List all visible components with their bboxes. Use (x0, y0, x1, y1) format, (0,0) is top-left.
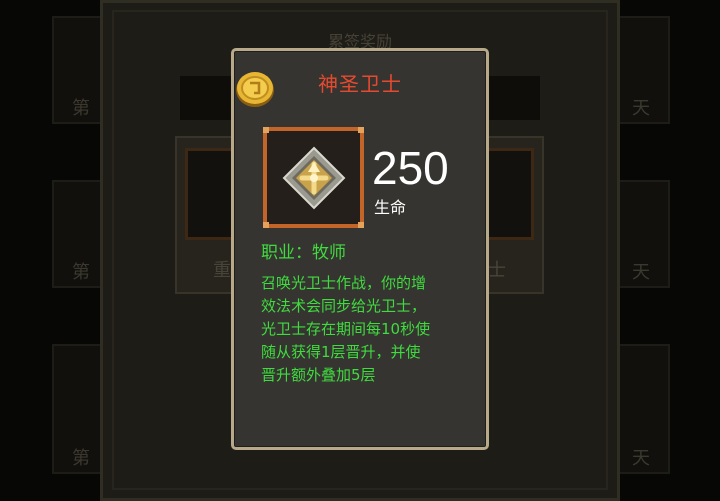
stat-label: 生命 (374, 198, 407, 217)
frame-corner (263, 222, 269, 228)
holy-guardian-emblem-icon (282, 146, 346, 210)
frame-corner (263, 127, 269, 133)
frame-corner (358, 222, 364, 228)
class-requirement: 职业：牧师 (261, 243, 346, 263)
skill-description: 召唤光卫士作战，你的增 效法术会同步给光卫士， 光卫士存在期间每10秒使 随从获… (261, 274, 431, 384)
popup-title: 神圣卫士 (318, 72, 402, 96)
frame-corner (358, 127, 364, 133)
stat-value: 250 (372, 142, 449, 194)
